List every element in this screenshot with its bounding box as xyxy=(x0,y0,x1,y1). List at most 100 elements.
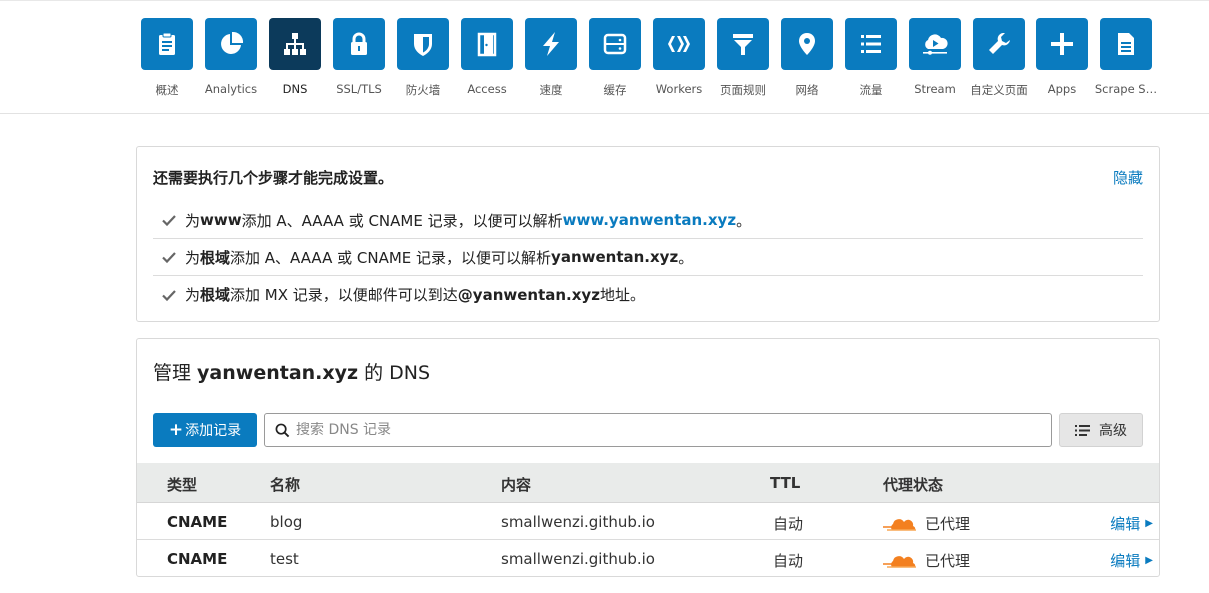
nav-label: Apps xyxy=(1047,82,1077,96)
add-record-button[interactable]: + 添加记录 xyxy=(153,413,257,447)
nav-label: 流量 xyxy=(859,83,883,97)
check-icon xyxy=(162,215,176,227)
step-bold: 根域 xyxy=(200,248,231,267)
dns-title-pre: 管理 xyxy=(153,362,198,384)
lock-icon xyxy=(333,18,385,70)
record-ttl: 自动 xyxy=(773,552,804,570)
edit-button[interactable]: 编辑 ▶ xyxy=(1110,513,1153,534)
dns-title-post: 的 DNS xyxy=(358,362,431,384)
nav-item-ssl-tls[interactable]: SSL/TLS xyxy=(327,18,391,96)
step-bold: www xyxy=(200,211,242,229)
nav-label: 自定义页面 xyxy=(970,83,1028,97)
nav-item-dns[interactable]: DNS xyxy=(263,18,327,96)
setup-step: 为 www 添加 A、AAAA 或 CNAME 记录，以便可以解析 www.ya… xyxy=(153,202,1143,239)
nav-item-apps[interactable]: Apps xyxy=(1030,18,1094,96)
search-icon xyxy=(275,423,290,437)
search-box[interactable] xyxy=(264,413,1052,447)
plus-icon: + xyxy=(168,420,184,440)
door-icon xyxy=(461,18,513,70)
advanced-button[interactable]: 高级 xyxy=(1059,413,1143,447)
check-icon xyxy=(162,289,176,301)
dns-management-card: 管理 yanwentan.xyz 的 DNS + 添加记录 高级 类型 名称 内… xyxy=(136,338,1160,577)
nav-label: 防火墙 xyxy=(405,83,441,97)
nav-item-speed[interactable]: 速度 xyxy=(519,18,583,98)
cloud-play-icon xyxy=(909,18,961,70)
document-icon xyxy=(1100,18,1152,70)
nav-label: 网络 xyxy=(795,83,819,97)
shield-icon xyxy=(397,18,449,70)
table-header: 类型 名称 内容 TTL 代理状态 xyxy=(137,463,1159,503)
nav-item-traffic[interactable]: 流量 xyxy=(839,18,903,98)
list-icon xyxy=(845,18,897,70)
network-icon xyxy=(269,18,321,70)
step-text-mid: 添加 A、AAAA 或 CNAME 记录，以便可以解析 xyxy=(241,211,563,230)
caret-right-icon: ▶ xyxy=(1145,555,1153,566)
record-type: CNAME xyxy=(167,550,228,568)
step-text-post: 。 xyxy=(678,248,694,267)
record-content: smallwenzi.github.io xyxy=(501,513,655,531)
record-name: test xyxy=(270,550,299,568)
nav-label: Stream xyxy=(914,82,956,96)
step-bold: 根域 xyxy=(200,286,231,304)
record-name: blog xyxy=(270,513,303,531)
edit-label: 编辑 xyxy=(1110,515,1141,533)
table-row[interactable]: CNAME test smallwenzi.github.io 自动 已代理 编… xyxy=(137,540,1159,577)
nav-label: Access xyxy=(467,82,507,96)
nav-item-page-rules[interactable]: 页面规则 xyxy=(711,18,775,98)
nav-item-overview[interactable]: 概述 xyxy=(135,18,199,98)
step-text-post: 地址。 xyxy=(599,286,645,304)
nav-item-workers[interactable]: Workers xyxy=(647,18,711,96)
nav-item-stream[interactable]: Stream xyxy=(903,18,967,96)
edit-button[interactable]: 编辑 ▶ xyxy=(1110,550,1153,571)
step-target-link[interactable]: www.yanwentan.xyz xyxy=(563,211,736,229)
filter-icon xyxy=(717,18,769,70)
step-text-post: 。 xyxy=(736,211,752,230)
column-header-proxy[interactable]: 代理状态 xyxy=(883,474,943,495)
nav-item-network[interactable]: 网络 xyxy=(775,18,839,98)
check-icon xyxy=(162,252,176,264)
column-header-type[interactable]: 类型 xyxy=(167,474,197,495)
nav-label: 页面规则 xyxy=(720,83,766,97)
nav-item-analytics[interactable]: Analytics xyxy=(199,18,263,96)
nav-label: 概述 xyxy=(155,83,179,97)
nav-item-access[interactable]: Access xyxy=(455,18,519,96)
proxy-label: 已代理 xyxy=(925,552,971,570)
nav-label: Workers xyxy=(655,82,703,96)
record-content: smallwenzi.github.io xyxy=(501,550,655,568)
nav-item-custom-pages[interactable]: 自定义页面 xyxy=(967,18,1031,98)
dns-title: 管理 yanwentan.xyz 的 DNS xyxy=(153,358,430,385)
nav-label: SSL/TLS xyxy=(336,82,382,96)
setup-step: 为 根域 添加 A、AAAA 或 CNAME 记录，以便可以解析 yanwent… xyxy=(153,239,1143,276)
search-input[interactable] xyxy=(296,422,1036,438)
nav-item-firewall[interactable]: 防火墙 xyxy=(391,18,455,98)
nav-item-cache[interactable]: 缓存 xyxy=(583,18,647,98)
proxy-status[interactable]: 已代理 xyxy=(883,550,970,571)
column-header-ttl[interactable]: TTL xyxy=(770,474,800,492)
nav-item-scrape-shield[interactable]: Scrape S… xyxy=(1094,18,1158,96)
hide-link[interactable]: 隐藏 xyxy=(1113,167,1143,188)
column-header-name[interactable]: 名称 xyxy=(270,474,300,495)
record-ttl: 自动 xyxy=(773,515,804,533)
clipboard-icon xyxy=(141,18,193,70)
orange-cloud-icon xyxy=(883,518,916,531)
top-navigation: 概述 Analytics DNS SSL/TLS 防火墙 Access 速度 缓… xyxy=(0,0,1209,114)
pie-chart-icon xyxy=(205,18,257,70)
server-icon xyxy=(589,18,641,70)
nav-label: Scrape S… xyxy=(1094,82,1158,96)
lightning-icon xyxy=(525,18,577,70)
nav-label: Analytics xyxy=(204,82,258,96)
setup-steps-card: 还需要执行几个步骤才能完成设置。 隐藏 为 www 添加 A、AAAA 或 CN… xyxy=(136,146,1160,322)
plus-icon xyxy=(1036,18,1088,70)
wrench-icon xyxy=(973,18,1025,70)
setup-step: 为 根域 添加 MX 记录，以便邮件可以到达 @yanwentan.xyz 地址… xyxy=(153,276,1143,313)
nav-label: DNS xyxy=(282,82,308,96)
nav-label: 缓存 xyxy=(603,83,627,97)
advanced-label: 高级 xyxy=(1099,423,1127,439)
location-pin-icon xyxy=(781,18,833,70)
column-header-content[interactable]: 内容 xyxy=(501,474,531,495)
step-text-mid: 添加 MX 记录，以便邮件可以到达 xyxy=(230,286,458,304)
list-settings-icon xyxy=(1075,424,1090,436)
proxy-status[interactable]: 已代理 xyxy=(883,513,970,534)
table-row[interactable]: CNAME blog smallwenzi.github.io 自动 已代理 编… xyxy=(137,503,1159,540)
add-record-label: 添加记录 xyxy=(185,423,242,439)
